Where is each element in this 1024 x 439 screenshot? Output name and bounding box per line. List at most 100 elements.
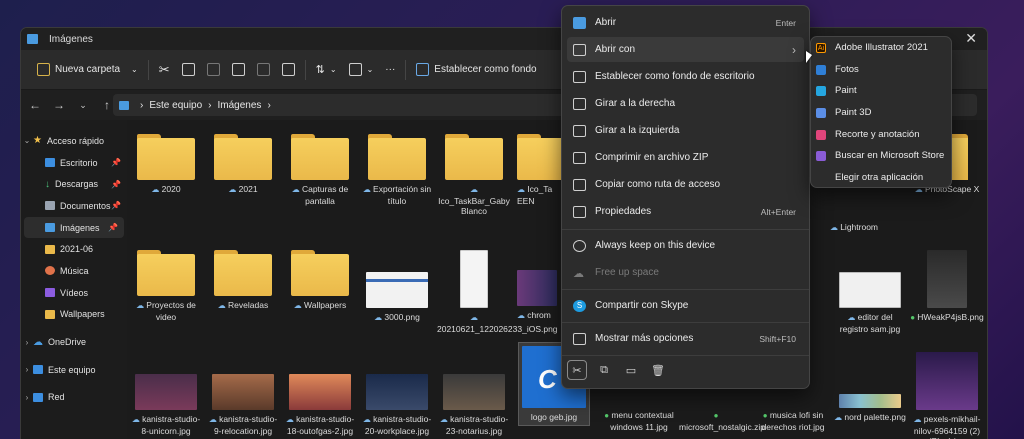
folder-item[interactable]: ☁ Reveladas — [206, 250, 280, 312]
image-item[interactable]: ☁ kanistra-studio-9-relocation.jpg — [206, 360, 280, 436]
breadcrumb-separator: › — [208, 99, 212, 111]
paint3d-icon — [816, 107, 826, 118]
recent-chevron-icon[interactable]: ⌄ — [77, 100, 89, 111]
image-item[interactable]: ☁ kanistra-studio-18-outofgas-2.jpg — [283, 360, 357, 436]
logo-glyph-icon: C — [538, 364, 557, 394]
breadcrumb-imagenes[interactable]: Imágenes — [218, 100, 262, 111]
separator — [147, 59, 149, 80]
view-button[interactable]: ⌄ — [343, 56, 380, 84]
menu-item-comprimir-zip[interactable]: Comprimir en archivo ZIP — [567, 145, 804, 170]
rename-icon[interactable]: ▭ — [621, 360, 641, 380]
rotate-right-icon — [573, 97, 586, 110]
photos-icon — [816, 64, 826, 75]
image-item[interactable]: ☁ nord palette.png — [833, 360, 907, 424]
cut-icon[interactable]: ✂ — [567, 360, 587, 380]
network-icon — [33, 392, 43, 402]
sidebar-item-videos[interactable]: Vídeos — [21, 282, 127, 304]
forward-arrow-icon[interactable]: → — [53, 98, 65, 112]
copy-button[interactable] — [176, 56, 201, 84]
sidebar-item-acceso-rapido[interactable]: ⌄ ★ Acceso rápido — [21, 130, 127, 152]
sidebar-item-musica[interactable]: Música — [21, 260, 127, 282]
submenu-item-recorte[interactable]: Recorte y anotación — [816, 124, 920, 145]
image-item[interactable]: ☁ kanistra-studio-8-unicorn.jpg — [129, 360, 203, 436]
sidebar-item-red[interactable]: › Red — [21, 387, 127, 409]
cloud-icon: ☁ — [834, 413, 845, 422]
folder-item[interactable]: ☁ Ico_Ta EEN — [514, 134, 562, 206]
cut-button[interactable]: ✂ — [153, 56, 176, 84]
menu-item-fondo-escritorio[interactable]: Establecer como fondo de escritorio — [567, 64, 804, 89]
submenu-item-illustrator[interactable]: Ai Adobe Illustrator 2021 — [816, 37, 928, 58]
menu-item-girar-derecha[interactable]: Girar a la derecha — [567, 91, 804, 116]
share-icon — [256, 63, 270, 76]
menu-item-girar-izquierda[interactable]: Girar a la izquierda — [567, 118, 804, 143]
folder-item[interactable]: ☁ 2020 — [129, 134, 203, 196]
more-button[interactable]: ··· — [379, 56, 401, 84]
image-item[interactable]: ☁ kanistra-studio-23-notarius.jpg — [437, 360, 511, 436]
sort-button[interactable]: ⇅ ⌄ — [310, 56, 343, 84]
cloud-icon: ☁ — [470, 313, 478, 322]
up-arrow-icon[interactable]: ↑ — [101, 98, 113, 112]
menu-item-abrir-con[interactable]: Abrir con › — [567, 37, 804, 62]
cut-icon: ✂ — [158, 61, 170, 77]
image-item[interactable]: ☁ 3000.png — [360, 250, 434, 324]
computer-icon — [33, 365, 43, 375]
rename-button[interactable] — [226, 56, 251, 84]
pin-icon: 📌 — [108, 223, 118, 233]
new-folder-button[interactable]: Nueva carpeta ⌄ — [31, 56, 144, 84]
image-item[interactable]: ☁ pexels-mikhail-nilov-6964159 (2) (Blog… — [910, 352, 984, 439]
breadcrumb-separator: › — [267, 99, 271, 111]
image-thumbnail — [289, 374, 351, 410]
copy-icon[interactable]: ⧉ — [594, 360, 614, 380]
cloud-icon: ☁ — [439, 415, 451, 424]
submenu-item-paint[interactable]: Paint — [816, 80, 857, 101]
folder-item[interactable]: ☁ Exportación sin título — [360, 134, 434, 206]
sidebar-item-documentos[interactable]: Documentos 📌 — [21, 195, 127, 217]
submenu-item-otra-app[interactable]: Elegir otra aplicación — [816, 167, 923, 188]
image-item[interactable]: ☁ kanistra-studio-20-workplace.jpg — [360, 360, 434, 436]
sidebar-item-onedrive[interactable]: › ☁ OneDrive — [21, 331, 127, 353]
menu-item-skype[interactable]: S Compartir con Skype — [567, 293, 804, 318]
image-item[interactable]: ☁ editor del registro sam.jpg — [833, 250, 907, 334]
sidebar-item-2021-06[interactable]: 2021-06 — [21, 238, 127, 260]
folder-icon — [291, 134, 349, 180]
trash-icon[interactable]: 🗑 — [648, 360, 668, 380]
set-background-button[interactable]: Establecer como fondo — [410, 56, 542, 84]
folder-item[interactable]: ☁ Wallpapers — [283, 250, 357, 312]
sidebar-item-escritorio[interactable]: Escritorio 📌 — [21, 152, 127, 174]
folder-item[interactable]: ☁ 2021 — [206, 134, 280, 196]
image-thumbnail — [366, 374, 428, 410]
menu-item-propiedades[interactable]: Propiedades Alt+Enter — [567, 199, 804, 224]
menu-item-copiar-ruta[interactable]: Copiar como ruta de acceso — [567, 172, 804, 197]
wallpaper-icon — [573, 70, 586, 83]
menu-item-mas-opciones[interactable]: Mostrar más opciones Shift+F10 — [567, 326, 804, 351]
delete-button[interactable] — [276, 56, 301, 84]
folder-item[interactable]: ☁ Ico_TaskBar_Gaby Blanco — [437, 134, 511, 217]
folder-icon — [45, 244, 55, 254]
sidebar-item-descargas[interactable]: ↓ Descargas 📌 — [21, 173, 127, 195]
image-item[interactable]: ● HWeakP4jsB.png — [910, 250, 984, 324]
submenu-item-fotos[interactable]: Fotos — [816, 59, 859, 80]
sidebar-item-wallpapers[interactable]: Wallpapers — [21, 304, 127, 326]
cloud-icon: ☁ — [208, 415, 220, 424]
back-arrow-icon[interactable]: ← — [29, 98, 41, 112]
menu-item-abrir[interactable]: Abrir Enter — [567, 10, 804, 35]
image-item[interactable]: ☁ 20210621_122026233_iOS.png — [437, 250, 558, 334]
folder-item[interactable]: ☁ Proyectos de video — [129, 250, 203, 322]
wallpaper-icon — [416, 63, 430, 76]
separator — [304, 59, 306, 80]
pictures-icon — [27, 34, 38, 44]
submenu-item-store[interactable]: Buscar en Microsoft Store — [816, 145, 944, 166]
sidebar-item-imagenes[interactable]: Imágenes 📌 — [24, 216, 124, 239]
cloud-icon: ☁ — [285, 415, 297, 424]
pin-icon: 📌 — [111, 179, 121, 189]
folder-item[interactable]: ☁ Capturas de pantalla — [283, 134, 357, 206]
close-icon[interactable]: ✕ — [965, 30, 977, 47]
submenu-item-paint-3d[interactable]: Paint 3D — [816, 102, 871, 123]
new-folder-icon — [37, 63, 50, 76]
share-button[interactable] — [251, 56, 276, 84]
image-item[interactable]: ☁ chrom — [517, 250, 562, 322]
breadcrumb-este-equipo[interactable]: Este equipo — [149, 100, 202, 111]
sidebar-item-este-equipo[interactable]: › Este equipo — [21, 359, 127, 381]
menu-item-always-keep[interactable]: Always keep on this device — [567, 233, 804, 258]
paste-button[interactable] — [201, 56, 226, 84]
